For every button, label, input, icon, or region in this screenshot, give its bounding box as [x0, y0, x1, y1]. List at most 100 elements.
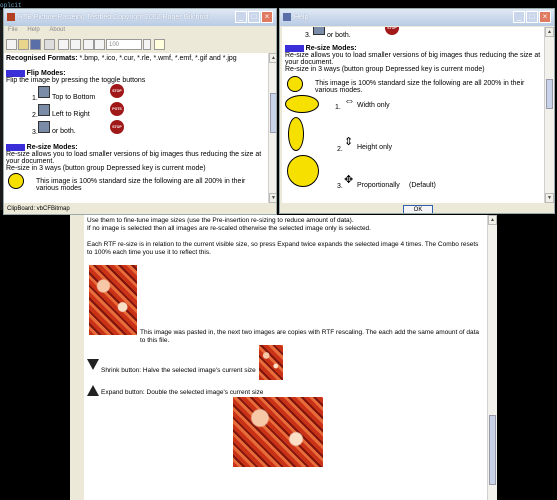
resize-heading: Re-size Modes:	[26, 144, 78, 151]
ok-button[interactable]: OK	[403, 205, 433, 213]
menu-file[interactable]: File	[4, 26, 22, 35]
mode-extra-3: (Default)	[409, 182, 436, 189]
smiley-icon	[8, 173, 24, 189]
maximize-button[interactable]: □	[248, 11, 260, 23]
expand-row: Expand button: Double the selected image…	[87, 385, 484, 467]
zoom-combo[interactable]: 100	[106, 39, 142, 50]
height-arrow-icon: ⇕	[344, 136, 354, 148]
highlight-swatch: XXXX	[285, 45, 304, 52]
flip-both-icon	[313, 27, 325, 35]
app-icon	[7, 13, 15, 21]
flip-vertical-icon	[38, 86, 50, 98]
doc-para-2: Each RTF re-size is in relation to the c…	[87, 241, 479, 256]
shrunk-pattern-image	[259, 345, 283, 380]
help-vertical-scrollbar[interactable]: ▲ ▼	[544, 27, 554, 203]
help-window-title: Help	[294, 14, 309, 21]
help-minimize-button[interactable]: _	[513, 11, 525, 23]
new-icon[interactable]	[6, 39, 17, 50]
flip-item-1: Top to Bottom	[52, 94, 96, 101]
standard-row: This image is 100% standard size the fol…	[6, 172, 266, 192]
main-window-titlebar[interactable]: RTB Picture Pasteing Testbed Copyright 2…	[4, 9, 276, 26]
flip-item-2: Left to Right	[52, 111, 90, 118]
shrink-text: Shrink button: Halve the selected image'…	[101, 367, 256, 374]
flip-list: 1. Top to Bottom STOP 2. Left to Right P…	[6, 84, 266, 142]
help-top-row: 3. or both. STOP	[285, 27, 541, 43]
minimize-button[interactable]: _	[235, 11, 247, 23]
bottom-scroll-up-arrow[interactable]: ▲	[488, 215, 497, 225]
help-resize-text-1: Re-size allows you to load smaller versi…	[285, 52, 541, 66]
proportional-arrow-icon: ✥	[344, 174, 354, 186]
shrink-row: Shrink button: Halve the selected image'…	[87, 345, 484, 380]
scroll-up-arrow[interactable]: ▲	[269, 53, 276, 63]
paste-icon[interactable]	[44, 39, 55, 50]
flip-horizontal-icon[interactable]	[70, 39, 81, 50]
help-close-button[interactable]: ×	[539, 11, 551, 23]
help-resize-heading: Re-size Modes:	[305, 45, 357, 52]
pasted-pattern-image	[89, 265, 137, 335]
menu-about[interactable]: About	[45, 26, 69, 35]
help-maximize-button[interactable]: □	[526, 11, 538, 23]
expand-text: Expand button: Double the selected image…	[101, 389, 264, 396]
main-vertical-scrollbar[interactable]: ▲ ▼	[268, 53, 276, 203]
flip-num-1: 1.	[32, 95, 38, 102]
bottom-vertical-scrollbar[interactable]: ▲	[487, 215, 497, 500]
help-standard-text: This image is 100% standard size the fol…	[315, 80, 525, 94]
help-icon[interactable]	[154, 39, 165, 50]
bottom-left-strip	[70, 215, 85, 500]
stop-sign-flipped-icon: STOP	[110, 120, 124, 134]
flip-vertical-icon[interactable]	[58, 39, 69, 50]
status-text: ClipBoard: vbCFBitmap	[7, 206, 70, 212]
zoom-arrow-icon[interactable]	[143, 39, 151, 50]
resize-text-2: Re-size in 3 ways (button group Depresse…	[6, 165, 206, 172]
smiley-tall-icon	[288, 117, 304, 151]
flip-item-3: or both.	[52, 128, 76, 135]
help-scroll-up-arrow[interactable]: ▲	[545, 27, 554, 37]
highlight-swatch: XXXX	[6, 70, 25, 77]
close-button[interactable]: ×	[261, 11, 273, 23]
flip-both-icon	[38, 121, 50, 133]
menu-help[interactable]: Help	[23, 26, 43, 35]
recognised-label: Recognised Formats:	[6, 55, 78, 62]
help-top-item: or both.	[327, 32, 351, 39]
menu-bar: File Help About	[4, 26, 276, 35]
help-scroll-thumb[interactable]	[546, 79, 553, 109]
help-window: Help _ □ × 3. or both. STOP XXXX Re-size…	[279, 8, 555, 214]
doc-line-2: If no image is selected then all images …	[87, 225, 371, 232]
stop-sign-icon: STOP	[110, 84, 124, 98]
flip-num-2: 2.	[32, 112, 38, 119]
stop-sign-icon: STOP	[385, 27, 399, 35]
save-icon[interactable]	[30, 39, 41, 50]
flip-heading: Flip Modes:	[26, 70, 66, 77]
bottom-document[interactable]: Use them to fine-tune image sizes (use t…	[84, 215, 487, 500]
highlight-swatch: XXXX	[6, 144, 25, 151]
mode-num-1: 1.	[335, 104, 341, 111]
help-mode-list: This image is 100% standard size the fol…	[285, 73, 541, 191]
help-window-titlebar[interactable]: Help _ □ ×	[280, 9, 554, 26]
open-icon[interactable]	[18, 39, 29, 50]
scroll-down-arrow[interactable]: ▼	[269, 193, 276, 203]
pasted-row: This image was pasted in, the next two i…	[87, 265, 484, 344]
smiley-large-icon	[287, 155, 319, 187]
resize-heading-line: XXXX Re-size Modes:	[6, 144, 266, 151]
mode-label-3: Proportionally	[357, 182, 400, 189]
flip-heading-line: XXXX Flip Modes:	[6, 70, 266, 77]
expand-icon[interactable]	[94, 39, 105, 50]
help-app-icon	[283, 13, 291, 21]
help-flip-num-3: 3.	[305, 32, 311, 39]
shrink-icon[interactable]	[83, 39, 94, 50]
resize-text-1: Re-size allows you to load smaller versi…	[6, 151, 262, 165]
expand-arrow-icon	[87, 385, 99, 396]
smiley-wide-icon	[285, 95, 319, 113]
toolbar: 100	[4, 37, 276, 53]
shrink-arrow-icon	[87, 359, 99, 370]
bottom-scroll-thumb[interactable]	[489, 415, 496, 485]
expanded-pattern-image	[233, 397, 323, 467]
standard-text: This image is 100% standard size the fol…	[36, 178, 246, 192]
flip-intro: Flip the image by pressing the toggle bu…	[6, 77, 146, 84]
help-document[interactable]: 3. or both. STOP XXXX Re-size Modes: Re-…	[282, 27, 544, 203]
mode-num-2: 2.	[337, 146, 343, 153]
scroll-thumb[interactable]	[270, 93, 276, 133]
main-document[interactable]: Recognised Formats: *.bmp, *.ico, *.cur,…	[4, 53, 268, 203]
help-resize-text-2: Re-size in 3 ways (button group Depresse…	[285, 66, 485, 73]
help-scroll-down-arrow[interactable]: ▼	[545, 193, 554, 203]
